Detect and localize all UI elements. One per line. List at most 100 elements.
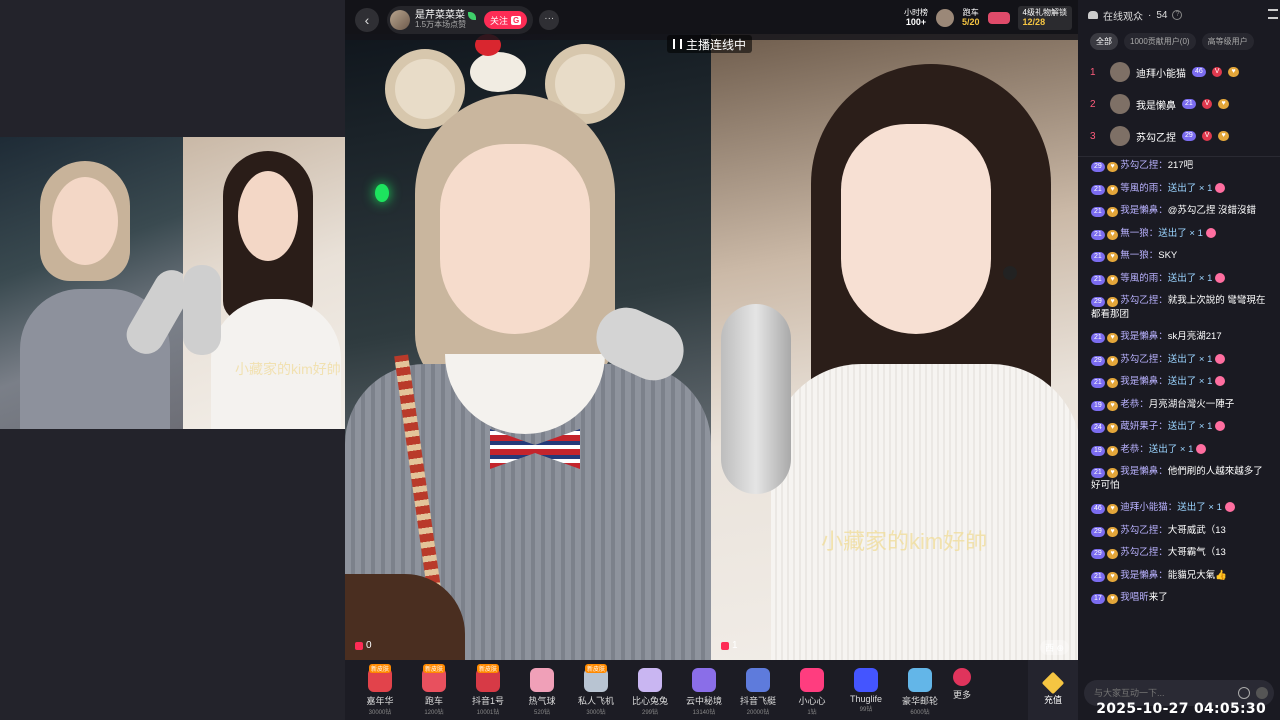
level-badge: 46: [1091, 504, 1105, 514]
gift-item[interactable]: 抖音飞艇 20000钻: [731, 664, 785, 716]
chat-user[interactable]: 等風的雨：: [1120, 183, 1168, 194]
gift-unlock-label: 4级礼物解锁: [1022, 8, 1067, 17]
chat-text: 能貓兄大氣👍: [1167, 569, 1228, 581]
gift-icon: [908, 668, 932, 692]
gift-item[interactable]: 新皮肤 私人飞机 3000钻: [569, 664, 623, 716]
chat-text: SKY: [1158, 250, 1178, 261]
top-user-row[interactable]: 3 苏勾乙捏 29 V ♥: [1078, 120, 1280, 152]
rank-avatar[interactable]: [936, 8, 955, 27]
mini-preview[interactable]: 小藏家的kim好帥: [0, 137, 345, 429]
gift-item[interactable]: Thuglife 99钻: [839, 664, 893, 713]
car-label: 跑车: [962, 8, 979, 17]
fan-badge-icon: ♥: [1107, 297, 1118, 307]
top-user-row[interactable]: 2 我是懒鼻 21 V ♥: [1078, 88, 1280, 120]
chat-user[interactable]: 我是懶鼻：: [1120, 331, 1168, 342]
chat-user[interactable]: 我是懶鼻：: [1120, 205, 1168, 216]
gift-item[interactable]: 热气球 520钻: [515, 664, 569, 716]
follow-button[interactable]: 关注 G: [484, 11, 528, 29]
more-gifts-button[interactable]: 更多: [947, 664, 977, 701]
hour-rank-value: 100+: [905, 17, 927, 28]
main-person-left-face: [440, 144, 590, 334]
chat-list[interactable]: 29 ♥ 苏勾乙捏：217吧 21 ♥ 等風的雨：送出了 × 1 21 ♥ 我是懶…: [1078, 157, 1280, 605]
mini-face-right: [238, 171, 298, 261]
fan-badge-icon: ♥: [1107, 504, 1118, 514]
chat-user[interactable]: 苏勾乙捏：: [1120, 354, 1168, 365]
chat-user[interactable]: 老恭：: [1120, 399, 1149, 410]
level-badge: 29: [1091, 162, 1105, 172]
level-badge: 46: [1192, 67, 1206, 77]
fan-badge-icon: ♥: [1107, 207, 1118, 217]
stage-topbar: ‹ 是芹菜菜菜 1.5万本场点赞 关注 G ··· 小时榜 100+ 跑车 5/20 …: [345, 0, 1078, 40]
fan-badge-icon: ♥: [1107, 333, 1118, 343]
gift-item[interactable]: 比心兔兔 299钻: [623, 664, 677, 716]
gift-name: 比心兔兔: [631, 696, 668, 706]
emoji-icon[interactable]: [1238, 687, 1250, 699]
chat-user[interactable]: 老恭：: [1120, 444, 1149, 455]
chat-message: 21 ♥ 等風的雨：送出了 × 1: [1091, 272, 1268, 286]
chat-user[interactable]: 我是懶鼻：: [1120, 376, 1168, 387]
rank-number: 1: [1090, 66, 1096, 78]
gift-item[interactable]: 小心心 1钻: [785, 664, 839, 716]
gift-icon: [854, 668, 878, 692]
leaf-icon: [468, 11, 476, 20]
gift-icon: [1224, 502, 1235, 513]
gift-item[interactable]: 云中秘境 13140钻: [677, 664, 731, 716]
chat-user[interactable]: 等風的雨：: [1120, 273, 1168, 284]
top-user-row[interactable]: 1 迪拜小能猫 46 V ♥: [1078, 56, 1280, 88]
new-skin-tag: 新皮肤: [476, 664, 499, 673]
gift-price: 6000钻: [910, 710, 930, 716]
recharge-button[interactable]: 充值: [1028, 660, 1078, 720]
fan-badge-icon: ♥: [1107, 184, 1118, 195]
gift-item[interactable]: 新皮肤 抖音1号 10001钻: [461, 664, 515, 716]
chat-user[interactable]: 苏勾乙捏：: [1120, 547, 1168, 558]
hour-rank[interactable]: 小时榜 100+: [904, 8, 928, 28]
chat-user[interactable]: 蔵妍果子：: [1120, 421, 1168, 432]
menu-icon[interactable]: [1268, 9, 1278, 19]
user-name: 苏勾乙捏: [1136, 132, 1176, 144]
send-icon[interactable]: [1256, 687, 1268, 699]
chat-message: 17 ♥ 我唱昕来了: [1091, 591, 1268, 605]
fan-badge-icon: ♥: [1107, 162, 1118, 172]
audience-tab[interactable]: 全部: [1090, 32, 1118, 50]
anchor-likes: 1.5万本场点赞: [415, 20, 467, 30]
level-badge: 29: [1091, 355, 1105, 366]
main-cam-left: [345, 34, 711, 660]
level-badge: 21: [1091, 184, 1105, 195]
gift-price: 3000钻: [586, 710, 606, 716]
chat-user[interactable]: 我唱昕: [1120, 592, 1149, 603]
audience-tab[interactable]: 高等级用户: [1201, 32, 1254, 50]
left-score: 0: [355, 640, 372, 651]
anchor-avatar[interactable]: [390, 10, 410, 30]
gift-price: 20000钻: [746, 710, 770, 716]
chat-input[interactable]: [1094, 688, 1238, 698]
chat-user[interactable]: 我是懶鼻：: [1120, 570, 1168, 581]
more-options-button[interactable]: ···: [539, 10, 560, 30]
chat-user[interactable]: 苏勾乙捏：: [1120, 160, 1168, 171]
gift-unlock[interactable]: 4级礼物解锁 12/28: [1017, 6, 1072, 30]
fan-badge-icon: ♥: [1107, 229, 1118, 240]
chat-user[interactable]: 我是懶鼻：: [1120, 466, 1168, 477]
gift-item[interactable]: 豪华邮轮 6000钻: [893, 664, 947, 716]
chat-user[interactable]: 迪拜小能猫：: [1120, 502, 1177, 513]
rank-number: 3: [1090, 130, 1096, 142]
help-icon[interactable]: ?: [1172, 10, 1183, 20]
fan-badge-icon: ♥: [1107, 445, 1118, 456]
back-button[interactable]: ‹: [355, 8, 379, 32]
chat-user[interactable]: 無一狼：: [1120, 228, 1158, 239]
main-person-right-face: [841, 124, 991, 334]
chat-user[interactable]: 無一狼：: [1120, 250, 1158, 261]
gift-price: 13140钻: [692, 710, 716, 716]
level-badge: 19: [1091, 445, 1105, 456]
gift-price: 10001钻: [476, 710, 500, 716]
gift-item[interactable]: 新皮肤 嘉年华 30000钻: [353, 664, 407, 716]
chat-text: sk月亮湖217: [1167, 331, 1222, 342]
left-score-value: 0: [366, 640, 372, 651]
audience-tab[interactable]: 1000贡献用户(0): [1124, 32, 1196, 50]
gift-item[interactable]: 新皮肤 跑车 1200钻: [407, 664, 461, 716]
chat-user[interactable]: 苏勾乙捏：: [1120, 295, 1168, 306]
anchor-card[interactable]: 是芹菜菜菜 1.5万本场点赞 关注 G: [387, 6, 534, 34]
west-tag[interactable]: 西 ⊕: [1040, 640, 1070, 655]
mini-mic-right: [183, 265, 221, 355]
chat-user[interactable]: 苏勾乙捏：: [1120, 525, 1168, 536]
car-progress[interactable]: 跑车 5/20: [962, 8, 980, 28]
